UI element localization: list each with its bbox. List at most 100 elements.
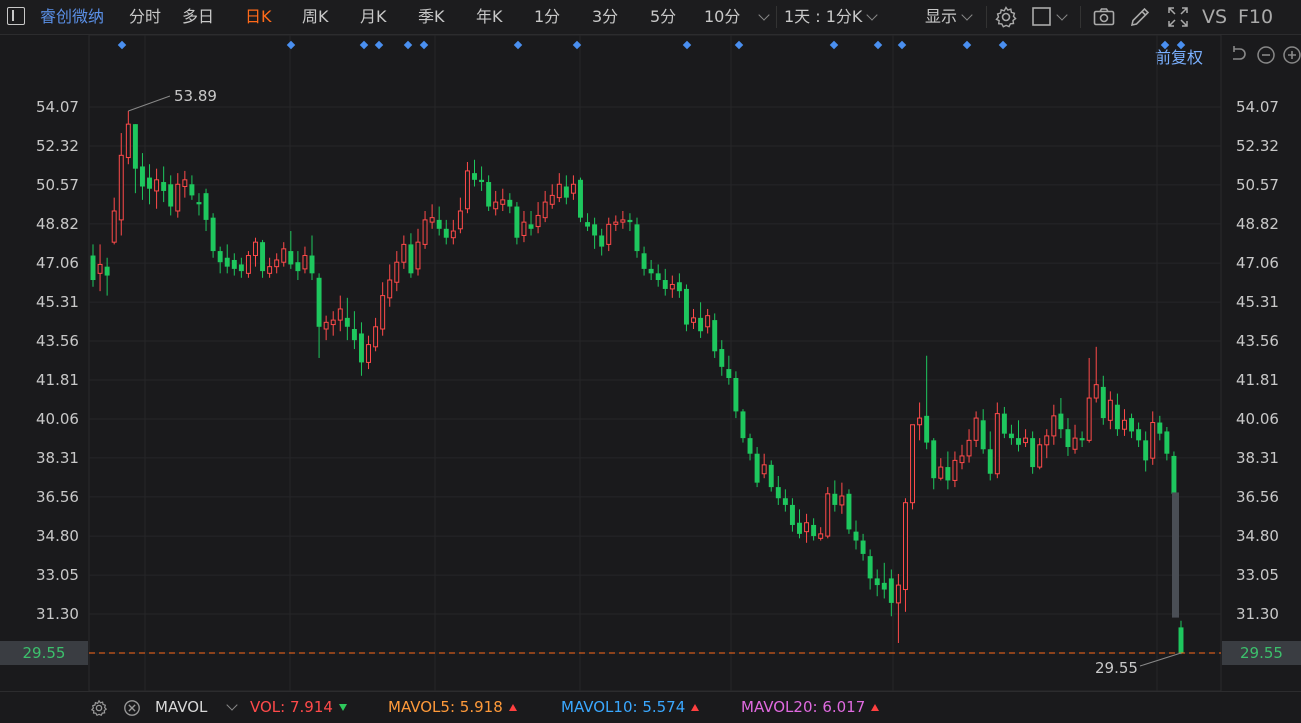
tab-week-k[interactable]: 周K bbox=[302, 0, 329, 34]
candle-body bbox=[860, 540, 866, 554]
candle-body bbox=[253, 241, 258, 257]
candle-body bbox=[111, 210, 117, 243]
pencil-icon[interactable] bbox=[1128, 5, 1152, 29]
y-tick-label-right: 33.05 bbox=[1236, 566, 1279, 585]
candle-body bbox=[288, 251, 294, 265]
y-tick-label-left: 41.81 bbox=[36, 371, 79, 389]
candle-body bbox=[994, 413, 1000, 475]
candle-body bbox=[231, 259, 237, 269]
candle-body bbox=[175, 183, 181, 212]
y-tick-label-right: 43.56 bbox=[1236, 332, 1279, 351]
stock-name[interactable]: 睿创微纳 bbox=[40, 0, 104, 34]
candle-body bbox=[422, 219, 428, 245]
close-icon[interactable] bbox=[123, 699, 141, 717]
candle-body bbox=[118, 154, 124, 221]
candle-body bbox=[705, 315, 711, 328]
tab-5min[interactable]: 5分 bbox=[650, 0, 676, 34]
tab-month-k[interactable]: 月K bbox=[360, 0, 387, 34]
candle-body bbox=[825, 493, 831, 537]
candle-body bbox=[408, 244, 414, 274]
gear-icon[interactable] bbox=[90, 699, 108, 717]
candle-body bbox=[443, 228, 449, 238]
candle-body bbox=[655, 273, 661, 281]
candle-body bbox=[1136, 429, 1142, 441]
candle-body bbox=[733, 377, 739, 412]
y-tick-label-left: 34.80 bbox=[36, 527, 79, 546]
candle-body bbox=[648, 268, 654, 274]
menu-icon[interactable] bbox=[7, 7, 25, 25]
candle-body bbox=[1114, 404, 1120, 430]
candle-body bbox=[260, 242, 266, 272]
f10-button[interactable]: F10 bbox=[1238, 0, 1273, 34]
candlestick-chart[interactable]: 53.89 29.55 bbox=[0, 35, 1301, 691]
y-tick-label-left: 40.06 bbox=[36, 409, 79, 428]
display-menu[interactable]: 显示 bbox=[925, 0, 973, 34]
candle-body bbox=[514, 206, 520, 238]
candle-body bbox=[1086, 397, 1092, 441]
square-icon[interactable] bbox=[1030, 5, 1054, 29]
candle-body bbox=[330, 319, 336, 326]
event-marker-icon bbox=[873, 40, 883, 50]
fullscreen-icon[interactable] bbox=[1166, 5, 1190, 29]
plot-frame bbox=[88, 35, 1222, 691]
y-tick-label-right: 31.30 bbox=[1236, 605, 1279, 624]
event-marker-icon bbox=[419, 40, 429, 50]
candle-body bbox=[457, 210, 463, 230]
tab-3min[interactable]: 3分 bbox=[592, 0, 618, 34]
tab-10min[interactable]: 10分 bbox=[704, 0, 740, 34]
candle-body bbox=[832, 493, 838, 505]
event-marker-icon bbox=[734, 40, 744, 50]
candle-body bbox=[888, 578, 894, 603]
candle-body bbox=[634, 224, 640, 252]
camera-icon[interactable] bbox=[1092, 5, 1116, 29]
candle-body bbox=[429, 217, 435, 223]
candle-body bbox=[295, 262, 301, 272]
candle-body bbox=[952, 459, 958, 481]
vs-button[interactable]: VS bbox=[1202, 0, 1227, 34]
indicator-bar: MAVOL VOL: 7.914 MAVOL5: 5.918 MAVOL10: … bbox=[0, 691, 1301, 723]
tab-day-k[interactable]: 日K bbox=[245, 0, 272, 34]
candle-body bbox=[973, 417, 979, 441]
event-marker-icon bbox=[1160, 40, 1170, 50]
period-more-chevron[interactable] bbox=[754, 0, 770, 34]
candle-body bbox=[1100, 386, 1106, 419]
candle-body bbox=[147, 177, 152, 189]
candle-body bbox=[556, 183, 562, 199]
candle-body bbox=[662, 280, 668, 289]
tab-year-k[interactable]: 年K bbox=[476, 0, 503, 34]
tab-fenshi[interactable]: 分时 bbox=[129, 0, 161, 34]
candle-body bbox=[683, 288, 689, 325]
gear-icon[interactable] bbox=[994, 5, 1018, 29]
candle-body bbox=[846, 493, 852, 530]
high-annotation: 53.89 bbox=[174, 87, 217, 105]
candle-body bbox=[669, 283, 675, 290]
y-tick-label-left: 47.06 bbox=[36, 254, 79, 273]
event-marker-icon bbox=[359, 40, 369, 50]
candle-body bbox=[337, 308, 343, 321]
candle-body bbox=[366, 344, 372, 363]
candle-body bbox=[881, 582, 887, 590]
candle-body bbox=[132, 124, 138, 169]
candle-body bbox=[747, 438, 753, 454]
candle-body bbox=[217, 251, 223, 263]
candle-body bbox=[782, 498, 788, 505]
tab-season-k[interactable]: 季K bbox=[418, 0, 445, 34]
candle-body bbox=[493, 201, 499, 210]
indicator-chevron[interactable] bbox=[222, 692, 238, 723]
candle-body bbox=[535, 214, 541, 228]
tab-1min[interactable]: 1分 bbox=[534, 0, 560, 34]
event-marker-icon bbox=[374, 40, 384, 50]
range-select[interactable]: 1天 : 1分K bbox=[784, 0, 879, 34]
candle-body bbox=[641, 253, 647, 269]
candle-body bbox=[959, 455, 965, 464]
candle-body bbox=[804, 522, 810, 533]
y-tick-label-left: 45.31 bbox=[36, 293, 79, 312]
candle-body bbox=[585, 222, 591, 227]
tab-duori[interactable]: 多日 bbox=[182, 0, 214, 34]
layout-chevron[interactable] bbox=[1052, 0, 1068, 34]
candle-body bbox=[592, 224, 598, 236]
candle-body bbox=[627, 219, 633, 223]
indicator-name[interactable]: MAVOL bbox=[155, 692, 207, 723]
candle-body bbox=[189, 184, 195, 196]
candle-body bbox=[139, 166, 145, 187]
